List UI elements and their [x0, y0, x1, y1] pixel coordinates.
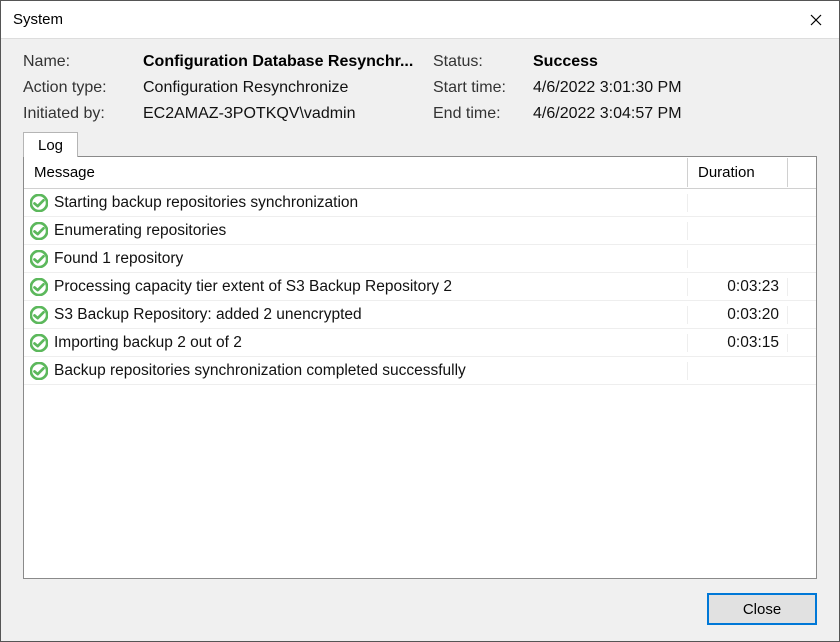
window-close-button[interactable] [793, 1, 839, 39]
window-title: System [13, 11, 63, 28]
close-icon [810, 14, 822, 26]
log-row-message: Found 1 repository [24, 250, 688, 268]
log-row-text: Enumerating repositories [54, 222, 226, 240]
log-row[interactable]: Starting backup repositories synchroniza… [24, 189, 816, 217]
status-value: Success [533, 53, 817, 71]
log-row-text: Importing backup 2 out of 2 [54, 334, 242, 352]
log-row[interactable]: Backup repositories synchronization comp… [24, 357, 816, 385]
success-icon [30, 278, 48, 296]
end-time-value: 4/6/2022 3:04:57 PM [533, 105, 817, 123]
action-type-label: Action type: [23, 79, 143, 97]
titlebar: System [1, 1, 839, 39]
log-row[interactable]: Enumerating repositories [24, 217, 816, 245]
start-time-value: 4/6/2022 3:01:30 PM [533, 79, 817, 97]
log-row[interactable]: S3 Backup Repository: added 2 unencrypte… [24, 301, 816, 329]
log-panel: Message Duration Starting backup reposit… [23, 156, 817, 579]
tab-bar: Log [1, 131, 839, 156]
log-row-text: Starting backup repositories synchroniza… [54, 194, 358, 212]
log-row-message: Starting backup repositories synchroniza… [24, 194, 688, 212]
dialog-footer: Close [1, 579, 839, 641]
column-header-duration[interactable]: Duration [688, 158, 788, 187]
log-row-text: Found 1 repository [54, 250, 183, 268]
info-panel: Name: Configuration Database Resynchr...… [1, 39, 839, 131]
log-row-message: Processing capacity tier extent of S3 Ba… [24, 278, 688, 296]
success-icon [30, 250, 48, 268]
status-label: Status: [433, 53, 533, 71]
log-row-duration: 0:03:23 [688, 278, 788, 296]
log-row-duration: 0:03:15 [688, 334, 788, 352]
log-row[interactable]: Importing backup 2 out of 2 0:03:15 [24, 329, 816, 357]
start-time-label: Start time: [433, 79, 533, 97]
log-row-duration: 0:03:20 [688, 306, 788, 324]
initiated-by-label: Initiated by: [23, 105, 143, 123]
action-type-value: Configuration Resynchronize [143, 79, 433, 97]
log-body: Starting backup repositories synchroniza… [24, 189, 816, 578]
name-value: Configuration Database Resynchr... [143, 53, 433, 71]
column-header-message[interactable]: Message [24, 158, 688, 187]
success-icon [30, 362, 48, 380]
success-icon [30, 222, 48, 240]
log-row-text: S3 Backup Repository: added 2 unencrypte… [54, 306, 362, 324]
log-row-message: Importing backup 2 out of 2 [24, 334, 688, 352]
end-time-label: End time: [433, 105, 533, 123]
log-row-text: Backup repositories synchronization comp… [54, 362, 466, 380]
close-button[interactable]: Close [707, 593, 817, 625]
log-row[interactable]: Found 1 repository [24, 245, 816, 273]
log-header: Message Duration [24, 157, 816, 189]
log-row-text: Processing capacity tier extent of S3 Ba… [54, 278, 452, 296]
log-row-message: Backup repositories synchronization comp… [24, 362, 688, 380]
tab-log[interactable]: Log [23, 132, 78, 157]
log-row[interactable]: Processing capacity tier extent of S3 Ba… [24, 273, 816, 301]
system-dialog: System Name: Configuration Database Resy… [0, 0, 840, 642]
success-icon [30, 194, 48, 212]
success-icon [30, 306, 48, 324]
initiated-by-value: EC2AMAZ-3POTKQV\vadmin [143, 105, 433, 123]
log-row-message: S3 Backup Repository: added 2 unencrypte… [24, 306, 688, 324]
log-row-message: Enumerating repositories [24, 222, 688, 240]
name-label: Name: [23, 53, 143, 71]
success-icon [30, 334, 48, 352]
